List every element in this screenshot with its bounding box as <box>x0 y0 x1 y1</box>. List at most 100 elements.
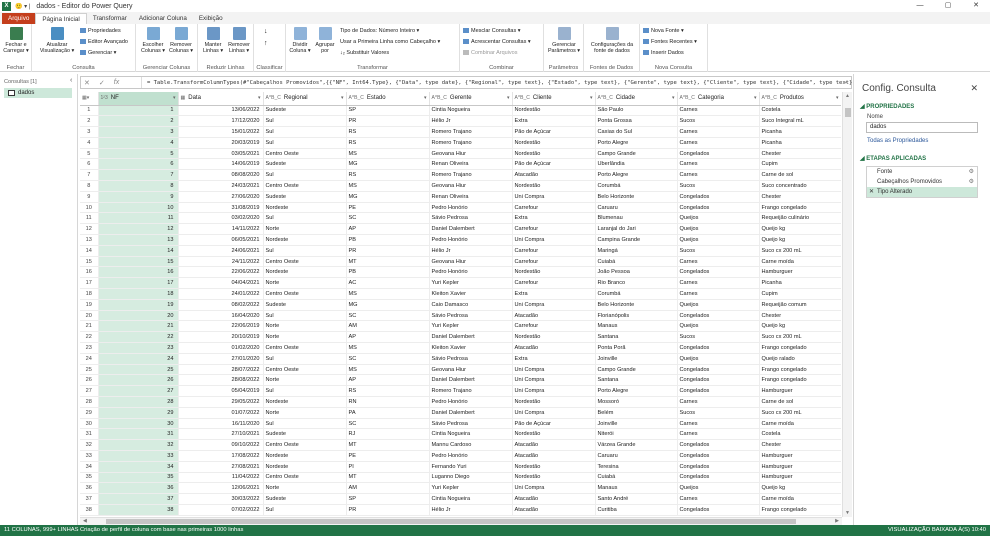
cell-data[interactable]: 03/05/2021 <box>178 148 264 160</box>
cell-cliente[interactable]: Carrefour <box>512 256 596 268</box>
cell-gerente[interactable]: Hélio Jr <box>429 115 513 128</box>
cell-cliente[interactable]: Carrefour <box>512 320 596 333</box>
cell-regional[interactable]: Centro Oeste <box>263 288 347 300</box>
cell-regional[interactable]: Sul <box>263 385 347 398</box>
cell-nf[interactable]: 17 <box>98 277 179 290</box>
cell-estado[interactable]: MT <box>346 256 430 268</box>
column-header-gerente[interactable]: A^B_C Gerente ▾ <box>429 92 513 106</box>
combine-files-button[interactable]: Combinar Arquivos <box>463 50 517 57</box>
cell-estado[interactable]: PA <box>346 407 430 419</box>
cell-produtos[interactable]: Costela <box>759 428 841 441</box>
cell-cliente[interactable]: Pão de Açúcar <box>512 126 596 138</box>
cell-nf[interactable]: 22 <box>98 331 179 344</box>
cancel-formula-icon[interactable]: ✕ <box>84 79 90 87</box>
cell-cidade[interactable]: Campo Grande <box>595 364 678 376</box>
cell-data[interactable]: 27/01/2020 <box>178 353 264 365</box>
cell-produtos[interactable]: Frango congelado <box>759 504 841 516</box>
column-header-estado[interactable]: A^B_C Estado ▾ <box>346 92 430 106</box>
cell-categoria[interactable]: Carnes <box>677 396 760 408</box>
cell-regional[interactable]: Sul <box>263 126 347 138</box>
cell-estado[interactable]: RJ <box>346 428 430 441</box>
merge-queries-button[interactable]: Mesclar Consultas ▾ <box>463 28 521 35</box>
collapse-panel-icon[interactable]: ‹ <box>70 77 72 84</box>
cell-cliente[interactable]: Nordestão <box>512 137 596 149</box>
cell-cidade[interactable]: Ponta Grossa <box>595 115 678 128</box>
cell-gerente[interactable]: Luganno Diego <box>429 472 513 484</box>
cell-cidade[interactable]: Laranjal do Jari <box>595 223 678 236</box>
cell-cliente[interactable]: Uni Compra <box>512 364 596 376</box>
cell-estado[interactable]: AC <box>346 277 430 290</box>
column-header-produtos[interactable]: A^B_C Produtos ▾ <box>759 92 841 106</box>
cell-produtos[interactable]: Suco concentrado <box>759 180 841 192</box>
cell-cliente[interactable]: Extra <box>512 212 596 225</box>
cell-categoria[interactable]: Sucos <box>677 331 760 344</box>
cell-estado[interactable]: MT <box>346 472 430 484</box>
cell-categoria[interactable]: Sucos <box>677 115 760 128</box>
cell-categoria[interactable]: Carnes <box>677 169 760 182</box>
cell-cidade[interactable]: Porto Alegre <box>595 385 678 398</box>
cell-produtos[interactable]: Costela <box>759 105 841 117</box>
filter-dropdown-icon[interactable]: ▾ <box>672 95 675 101</box>
cell-categoria[interactable]: Congelados <box>677 364 760 376</box>
cell-regional[interactable]: Sul <box>263 212 347 225</box>
cell-cidade[interactable]: Cuiabá <box>595 472 678 484</box>
cell-cliente[interactable]: Nordestão <box>512 396 596 408</box>
cell-produtos[interactable]: Carne moída <box>759 418 841 430</box>
cell-produtos[interactable]: Hamburguer <box>759 450 841 462</box>
cell-categoria[interactable]: Queijos <box>677 320 760 333</box>
cell-regional[interactable]: Centro Oeste <box>263 148 347 160</box>
remove-rows-button[interactable]: Remover Linhas ▾ <box>226 27 252 54</box>
cell-nf[interactable]: 26 <box>98 374 179 387</box>
cell-produtos[interactable]: Picanha <box>759 137 841 149</box>
close-load-button[interactable]: Fechar e Carregar ▾ <box>2 27 30 54</box>
cell-estado[interactable]: SP <box>346 105 430 117</box>
cell-cliente[interactable]: Atacadão <box>512 169 596 182</box>
cell-produtos[interactable]: Hamburguer <box>759 385 841 398</box>
cell-regional[interactable]: Nordeste <box>263 450 347 462</box>
cell-gerente[interactable]: Daniel Dalembert <box>429 331 513 344</box>
cell-regional[interactable]: Sudeste <box>263 428 347 441</box>
cell-data[interactable]: 24/01/2022 <box>178 288 264 300</box>
cell-categoria[interactable]: Congelados <box>677 439 760 451</box>
cell-categoria[interactable]: Congelados <box>677 342 760 354</box>
cell-cidade[interactable]: Porto Alegre <box>595 169 678 182</box>
cell-cidade[interactable]: Campina Grande <box>595 234 678 246</box>
step-cabecalhos-promovidos[interactable]: Cabeçalhos Promovidos ⚙ <box>867 177 977 187</box>
vertical-scrollbar[interactable]: ▲ ▼ <box>842 92 852 517</box>
cell-produtos[interactable]: Hamburguer <box>759 472 841 484</box>
query-item-dados[interactable]: dados <box>4 88 72 98</box>
cell-cliente[interactable]: Nordestão <box>512 266 596 279</box>
column-header-nf[interactable]: 1²3 NF ▾ <box>98 92 179 106</box>
cell-nf[interactable]: 28 <box>98 396 179 408</box>
sort-desc-icon[interactable]: ↑ <box>264 40 268 47</box>
cell-cidade[interactable]: São Paulo <box>595 105 678 117</box>
cell-categoria[interactable]: Queijos <box>677 353 760 365</box>
cell-nf[interactable]: 4 <box>98 137 179 149</box>
cell-gerente[interactable]: Romero Trajano <box>429 385 513 398</box>
maximize-button[interactable]: ▢ <box>934 0 962 12</box>
column-header-cidade[interactable]: A^B_C Cidade ▾ <box>595 92 678 106</box>
cell-cidade[interactable]: Porto Alegre <box>595 137 678 149</box>
step-fonte[interactable]: Fonte ⚙ <box>867 167 977 177</box>
cell-regional[interactable]: Centro Oeste <box>263 364 347 376</box>
cell-produtos[interactable]: Chester <box>759 310 841 322</box>
cell-data[interactable]: 04/04/2021 <box>178 277 264 290</box>
cell-regional[interactable]: Centro Oeste <box>263 472 347 484</box>
cell-data[interactable]: 20/03/2019 <box>178 137 264 149</box>
cell-estado[interactable]: MS <box>346 288 430 300</box>
cell-cliente[interactable]: Atacadão <box>512 450 596 462</box>
cell-cidade[interactable]: Curitiba <box>595 504 678 516</box>
confirm-formula-icon[interactable]: ✓ <box>99 79 105 87</box>
cell-nf[interactable]: 10 <box>98 202 179 214</box>
cell-nf[interactable]: 37 <box>98 493 179 505</box>
tab-transformar[interactable]: Transformar <box>87 13 133 24</box>
expand-formula-icon[interactable]: ⌄ <box>844 79 848 85</box>
cell-produtos[interactable]: Suco Integral mL <box>759 115 841 128</box>
cell-cliente[interactable]: Nordestão <box>512 428 596 441</box>
cell-estado[interactable]: MS <box>346 148 430 160</box>
cell-regional[interactable]: Norte <box>263 482 347 495</box>
cell-data[interactable]: 14/06/2019 <box>178 158 264 171</box>
column-type-icon[interactable]: A^B_C <box>349 95 364 101</box>
cell-cliente[interactable]: Nordestão <box>512 331 596 344</box>
cell-nf[interactable]: 13 <box>98 234 179 246</box>
